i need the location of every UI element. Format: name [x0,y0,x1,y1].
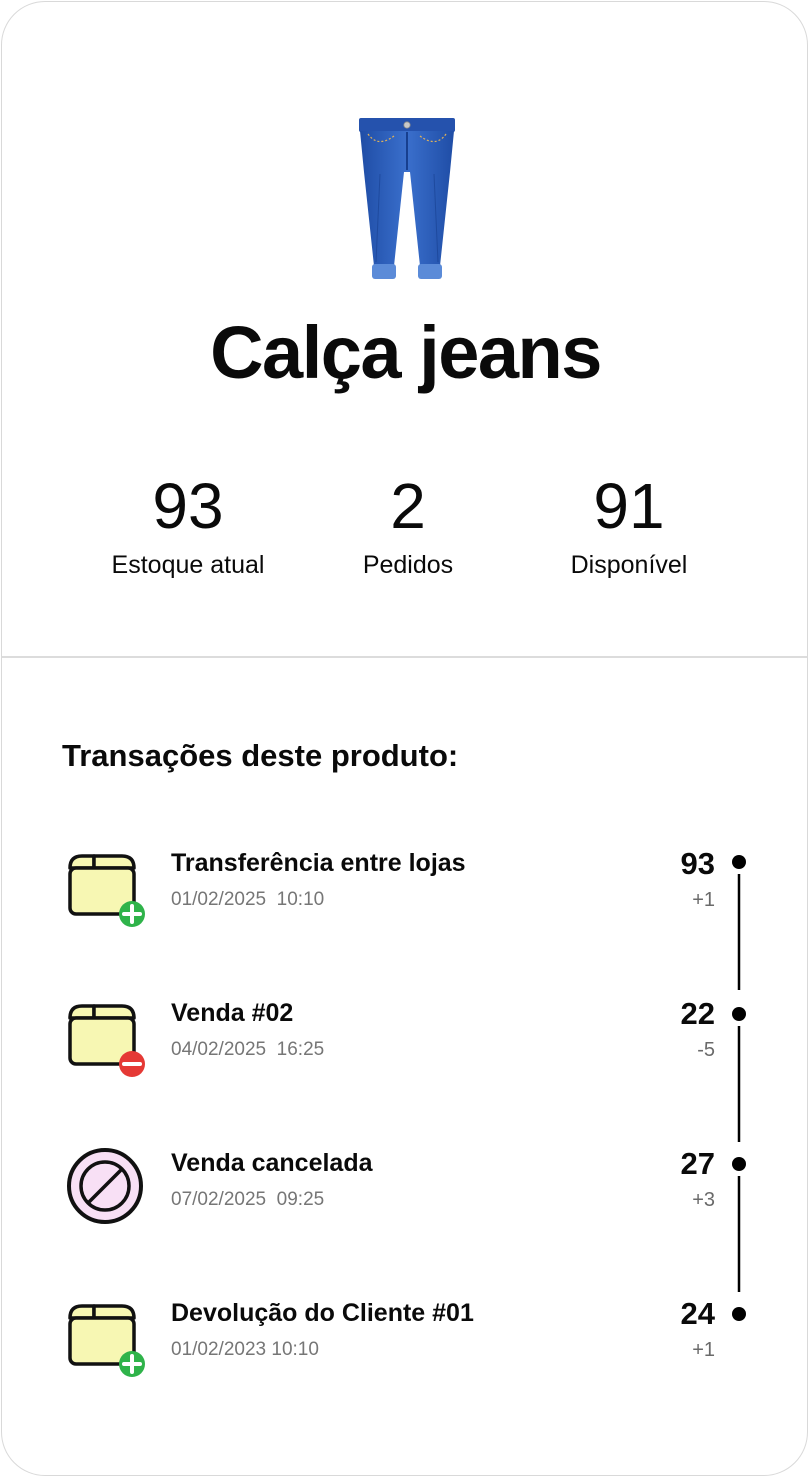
cancel-icon [67,1148,143,1224]
transactions-heading: Transações deste produto: [62,738,459,773]
transaction-date: 07/02/2025 09:25 [171,1189,325,1210]
transaction-timeline [732,855,746,1321]
transaction-title: Venda #02 [171,999,294,1027]
box-add-icon [68,1304,145,1377]
transaction-item[interactable]: Venda cancelada 07/02/2025 09:25 27 +3 [2,1146,807,1248]
timeline-dot [732,855,746,869]
box-add-icon [68,854,145,927]
transaction-date: 04/02/2025 16:25 [171,1039,325,1060]
box-remove-icon [68,1004,145,1077]
transaction-title: Transferência entre lojas [171,849,466,877]
jeans-image [359,118,455,279]
transaction-title: Devolução do Cliente #01 [171,1299,474,1327]
stat-value: 2 [390,470,426,542]
stat-label: Pedidos [362,551,454,579]
product-title: Calça jeans [210,311,602,394]
transaction-balance: 22 [680,996,715,1031]
timeline-dot [732,1007,746,1021]
product-card: Calça jeans 93 Estoque atual 2 Pedidos 9… [1,1,808,1476]
stat-available: 91 Disponível [509,468,749,580]
stat-value: 93 [152,470,224,542]
transaction-delta: +1 [692,889,715,911]
timeline-dot [732,1157,746,1171]
transaction-balance: 93 [680,846,715,881]
stat-label: Estoque atual [111,551,265,579]
transaction-delta: -5 [697,1039,715,1061]
stat-value: 91 [593,470,665,542]
stat-current-stock: 93 Estoque atual [68,468,308,580]
timeline-dot [732,1307,746,1321]
transaction-date: 01/02/2025 10:10 [171,889,325,910]
transaction-delta: +1 [692,1339,715,1361]
section-divider [2,656,807,658]
transaction-balance: 27 [680,1146,715,1181]
transaction-title: Venda cancelada [171,1149,373,1177]
transaction-item[interactable]: Transferência entre lojas 01/02/2025 10:… [2,846,807,948]
stat-label: Disponível [570,551,688,579]
transaction-date: 01/02/2023 10:10 [171,1339,319,1360]
transaction-delta: +3 [692,1189,715,1211]
transaction-item[interactable]: Venda #02 04/02/2025 16:25 22 -5 [2,996,807,1098]
stat-orders: 2 Pedidos [288,468,528,580]
transaction-item[interactable]: Devolução do Cliente #01 01/02/2023 10:1… [2,1296,807,1398]
transaction-balance: 24 [680,1296,715,1331]
